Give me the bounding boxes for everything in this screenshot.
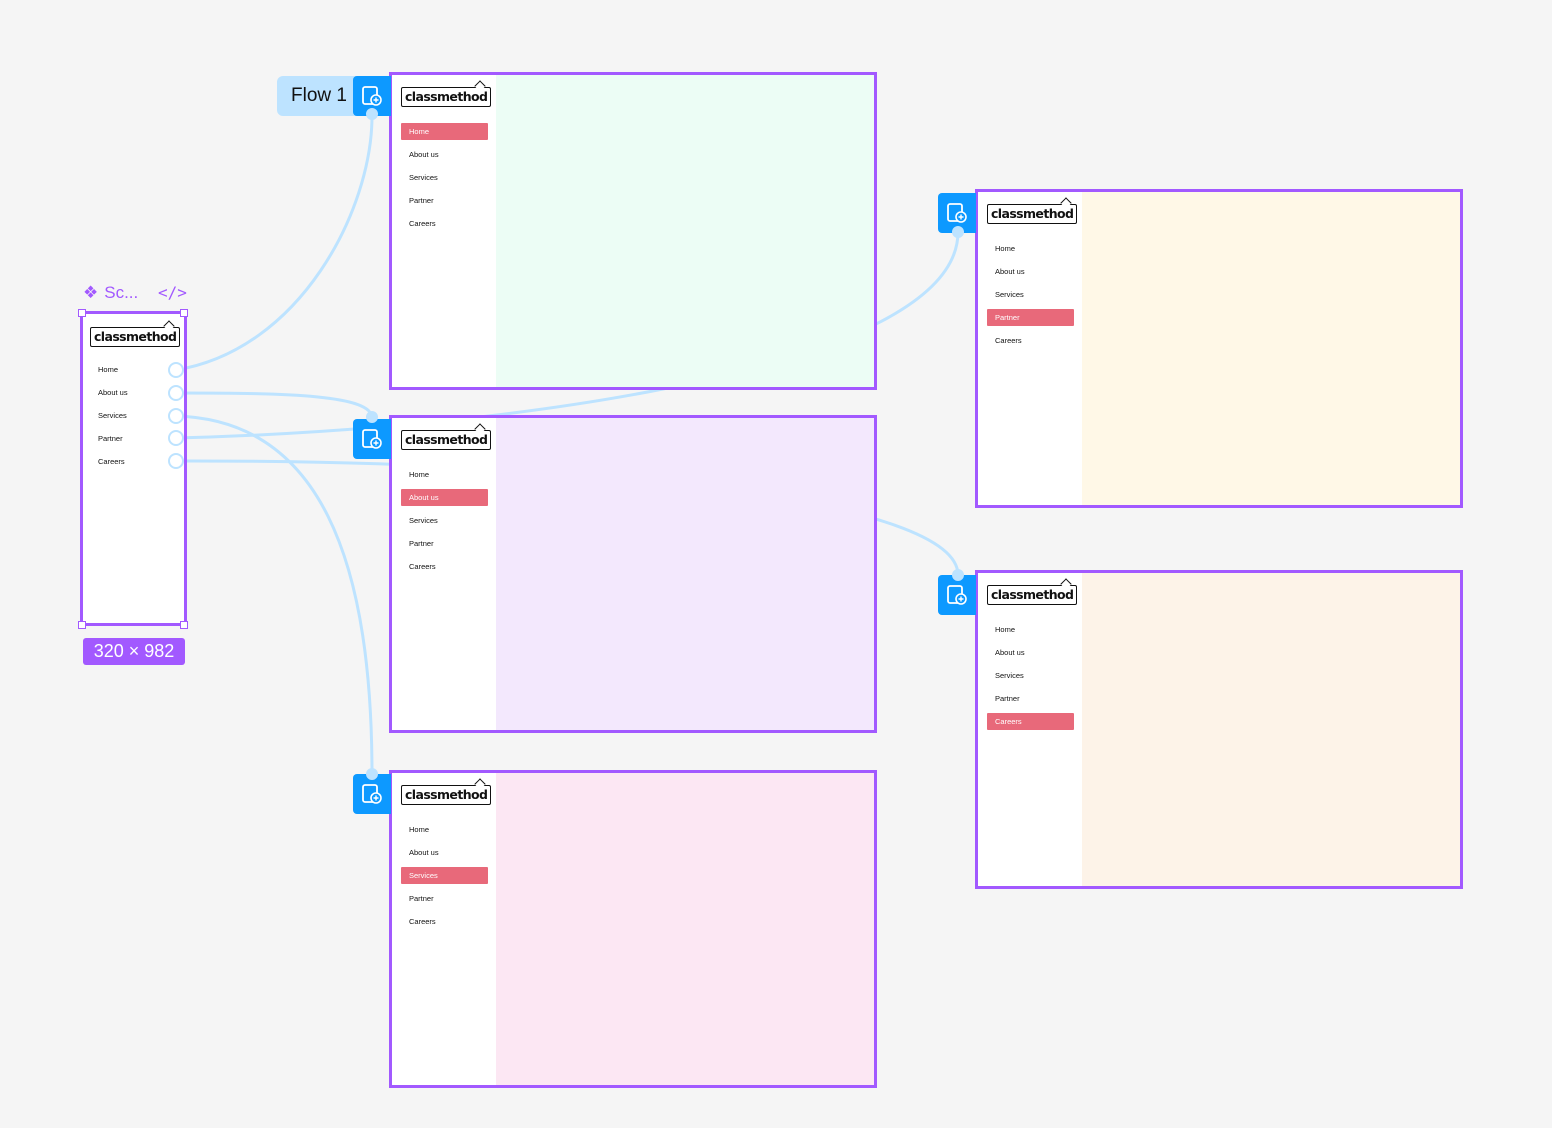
screen-nav: Home About us Services Partner Careers	[401, 821, 488, 936]
connector-endpoint	[952, 569, 964, 581]
screen-frame-services[interactable]: classmethod Home About us Services Partn…	[389, 770, 877, 1088]
nav-item-partner[interactable]: Partner	[401, 535, 488, 552]
frame-link-icon	[362, 429, 382, 449]
logo: classmethod	[90, 327, 181, 347]
connector-services	[175, 414, 374, 775]
screen-content-area	[496, 418, 874, 730]
logo: classmethod	[401, 430, 492, 450]
nav-item-careers[interactable]: Careers	[987, 332, 1074, 349]
frame-link-icon	[947, 585, 967, 605]
screen-nav: Home About us Services Partner Careers	[987, 621, 1074, 736]
nav-item-partner[interactable]: Partner	[90, 430, 177, 447]
nav-item-services[interactable]: Services	[90, 407, 177, 424]
nav-item-home[interactable]: Home	[987, 240, 1074, 257]
screen-nav: Home About us Services Partner Careers	[401, 123, 488, 238]
nav-item-home[interactable]: Home	[401, 466, 488, 483]
connection-node-partner[interactable]	[168, 430, 184, 446]
nav-item-about[interactable]: About us	[401, 844, 488, 861]
logo: classmethod	[987, 204, 1078, 224]
frame-link-icon	[947, 203, 967, 223]
logo-text: classmethod	[987, 585, 1078, 605]
logo-text: classmethod	[90, 327, 181, 347]
nav-item-services[interactable]: Services	[401, 512, 488, 529]
component-frame[interactable]: classmethod Home About us Services Partn…	[80, 311, 187, 626]
component-name-text: Sc...	[104, 283, 139, 302]
screen-frame-partner[interactable]: classmethod Home About us Services Partn…	[975, 189, 1463, 508]
screen-frame-about[interactable]: classmethod Home About us Services Partn…	[389, 415, 877, 733]
prototype-start-icon	[362, 86, 382, 106]
nav-item-careers[interactable]: Careers	[401, 913, 488, 930]
component-nav: Home About us Services Partner Careers	[90, 361, 177, 476]
frame-link-icon	[362, 784, 382, 804]
resize-handle-top-right[interactable]	[180, 309, 188, 317]
nav-item-services[interactable]: Services	[401, 867, 488, 884]
nav-item-about[interactable]: About us	[401, 489, 488, 506]
nav-item-partner[interactable]: Partner	[401, 890, 488, 907]
screen-content-area	[496, 773, 874, 1085]
nav-item-home[interactable]: Home	[401, 821, 488, 838]
nav-item-careers[interactable]: Careers	[987, 713, 1074, 730]
nav-item-about[interactable]: About us	[90, 384, 177, 401]
screen-nav: Home About us Services Partner Careers	[987, 240, 1074, 355]
connector-about	[175, 391, 374, 419]
resize-handle-bottom-left[interactable]	[78, 621, 86, 629]
connection-node-services[interactable]	[168, 408, 184, 424]
resize-handle-top-left[interactable]	[78, 309, 86, 317]
logo-text: classmethod	[987, 204, 1078, 224]
nav-item-home[interactable]: Home	[987, 621, 1074, 638]
connector-endpoint	[952, 226, 964, 238]
nav-item-careers[interactable]: Careers	[401, 215, 488, 232]
frame-connection-icon[interactable]	[353, 419, 391, 459]
logo: classmethod	[401, 87, 492, 107]
screen-content-area	[1082, 192, 1460, 505]
component-icon: ❖	[83, 283, 99, 302]
nav-item-careers[interactable]: Careers	[401, 558, 488, 575]
nav-item-careers[interactable]: Careers	[90, 453, 177, 470]
nav-item-about[interactable]: About us	[987, 644, 1074, 661]
resize-handle-bottom-right[interactable]	[180, 621, 188, 629]
connection-node-about[interactable]	[168, 385, 184, 401]
connection-node-home[interactable]	[168, 362, 184, 378]
screen-nav: Home About us Services Partner Careers	[401, 466, 488, 581]
screen-sidebar: classmethod Home About us Services Partn…	[392, 773, 496, 1085]
logo: classmethod	[987, 585, 1078, 605]
screen-sidebar: classmethod Home About us Services Partn…	[392, 75, 496, 387]
nav-item-partner[interactable]: Partner	[987, 309, 1074, 326]
screen-sidebar: classmethod Home About us Services Partn…	[978, 573, 1082, 886]
nav-item-home[interactable]: Home	[90, 361, 177, 378]
connector-home	[175, 115, 374, 372]
nav-item-partner[interactable]: Partner	[401, 192, 488, 209]
nav-item-services[interactable]: Services	[987, 286, 1074, 303]
screen-sidebar: classmethod Home About us Services Partn…	[978, 192, 1082, 505]
code-icon[interactable]: </>	[158, 283, 187, 302]
logo-text: classmethod	[401, 785, 492, 805]
frame-connection-icon[interactable]	[353, 774, 391, 814]
screen-content-area	[1082, 573, 1460, 886]
flow-name-label[interactable]: Flow 1	[277, 76, 359, 116]
frame-connection-icon[interactable]	[938, 575, 976, 615]
logo-text: classmethod	[401, 87, 492, 107]
screen-frame-careers[interactable]: classmethod Home About us Services Partn…	[975, 570, 1463, 889]
nav-item-about[interactable]: About us	[987, 263, 1074, 280]
nav-item-partner[interactable]: Partner	[987, 690, 1074, 707]
logo: classmethod	[401, 785, 492, 805]
logo-text: classmethod	[401, 430, 492, 450]
size-badge: 320 × 982	[83, 638, 185, 665]
nav-item-services[interactable]: Services	[401, 169, 488, 186]
connector-endpoint	[366, 411, 378, 423]
screen-sidebar: classmethod Home About us Services Partn…	[392, 418, 496, 730]
component-sidebar: classmethod Home About us Services Partn…	[83, 314, 184, 623]
connection-node-careers[interactable]	[168, 453, 184, 469]
connector-endpoint	[366, 768, 378, 780]
screen-content-area	[496, 75, 874, 387]
connector-endpoint	[366, 108, 378, 120]
prototype-canvas[interactable]: Flow 1 ❖ Sc... </> classmethod Home Abou…	[0, 0, 1552, 1128]
nav-item-about[interactable]: About us	[401, 146, 488, 163]
nav-item-services[interactable]: Services	[987, 667, 1074, 684]
nav-item-home[interactable]: Home	[401, 123, 488, 140]
component-name[interactable]: ❖ Sc...	[83, 283, 138, 303]
screen-frame-home[interactable]: classmethod Home About us Services Partn…	[389, 72, 877, 390]
